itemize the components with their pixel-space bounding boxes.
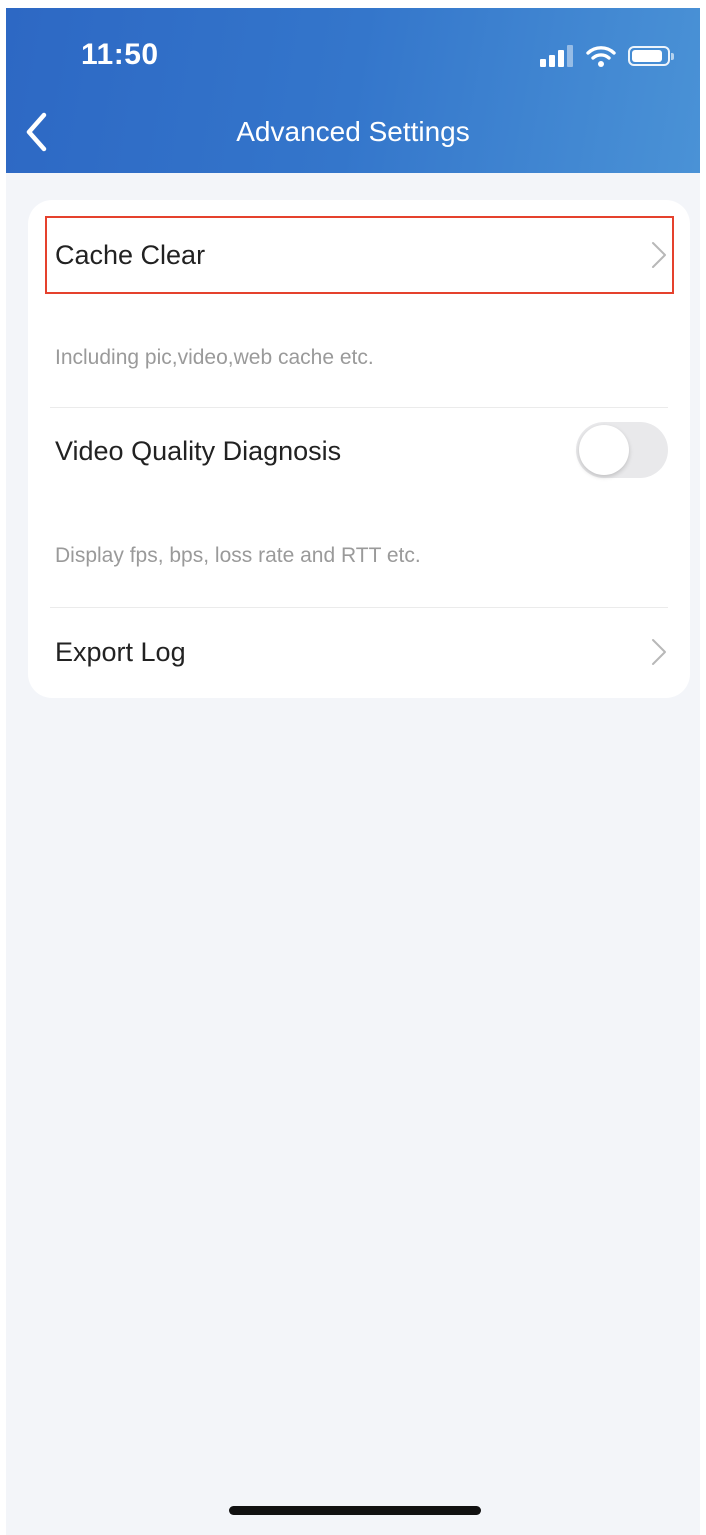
status-time: 11:50 [81, 38, 159, 71]
status-icons [540, 44, 674, 68]
chevron-right-icon [652, 639, 666, 665]
home-indicator [229, 1506, 481, 1515]
divider [50, 407, 668, 408]
page-title: Advanced Settings [236, 116, 470, 147]
divider [50, 607, 668, 608]
screen: 11:50 Advanced Settings Cache Clear Incl… [6, 8, 700, 1535]
signal-icon [540, 45, 574, 67]
header: 11:50 Advanced Settings [6, 8, 700, 173]
wifi-icon [586, 46, 616, 67]
highlight-box [45, 216, 674, 294]
video-quality-label: Video Quality Diagnosis [55, 436, 342, 466]
export-log-label: Export Log [55, 637, 186, 667]
video-quality-description: Display fps, bps, loss rate and RTT etc. [55, 544, 421, 567]
battery-icon [628, 46, 674, 66]
export-log-row[interactable]: Export Log [28, 610, 690, 694]
settings-card: Cache Clear Including pic,video,web cach… [28, 200, 690, 698]
video-quality-toggle[interactable] [576, 422, 668, 478]
cache-clear-description: Including pic,video,web cache etc. [55, 346, 374, 369]
toggle-knob [579, 425, 629, 475]
